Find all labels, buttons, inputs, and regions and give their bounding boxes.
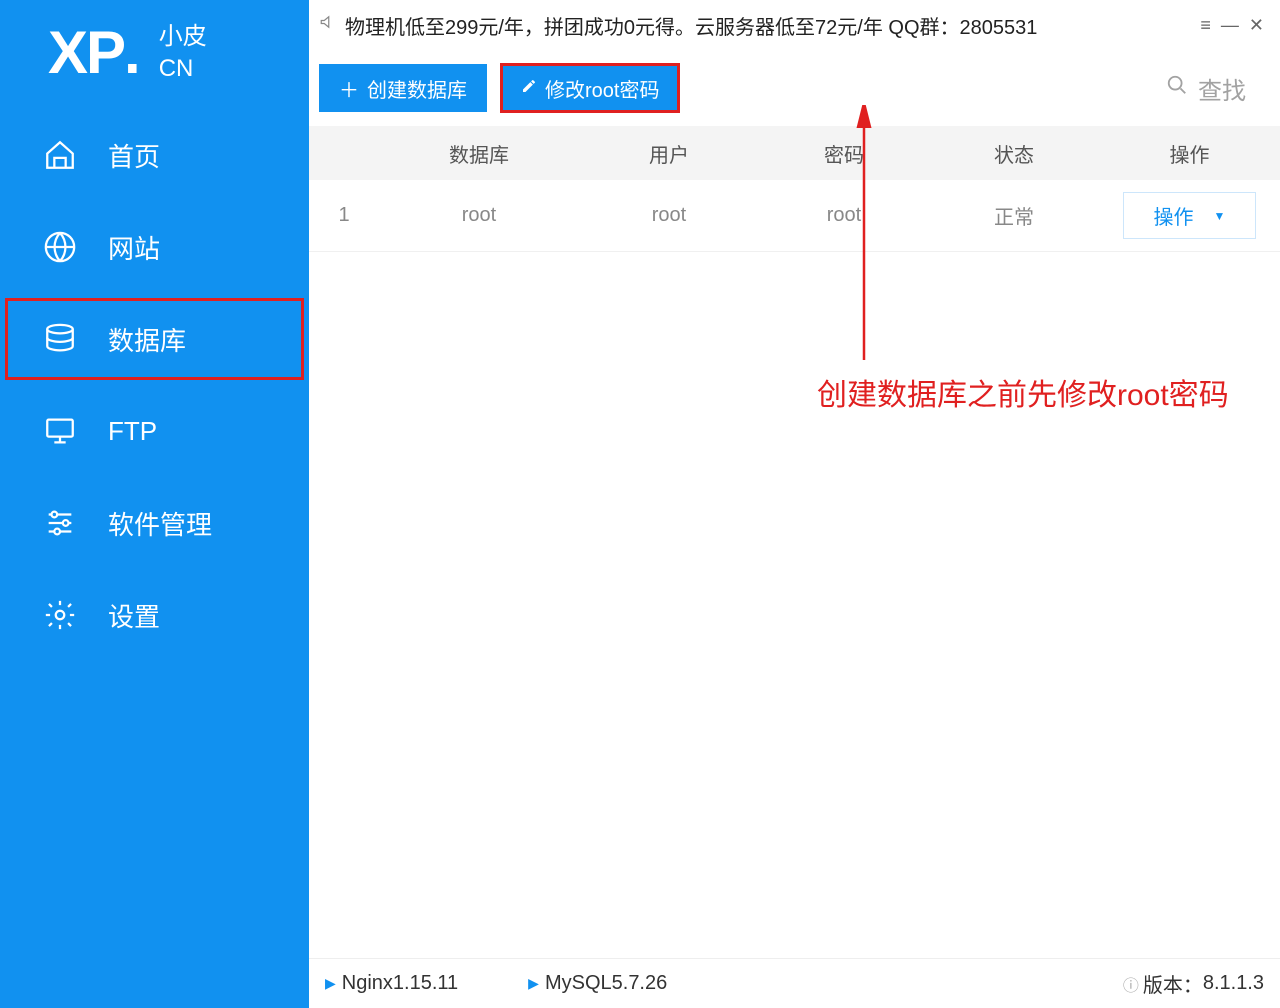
play-icon: ▶: [528, 975, 539, 992]
status-nginx: ▶ Nginx1.15.11: [325, 972, 458, 995]
nav: 首页 网站 数据库 FTP 软件管理: [0, 109, 309, 661]
sidebar-item-ftp[interactable]: FTP: [0, 385, 309, 477]
sidebar-item-label: 设置: [108, 597, 160, 634]
sidebar-item-label: 首页: [108, 137, 160, 174]
sidebar-item-label: 网站: [108, 229, 160, 266]
sliders-icon: [42, 505, 78, 541]
column-header-db: 数据库: [379, 139, 579, 168]
logo-text: XP: [48, 18, 124, 87]
search-input[interactable]: 查找: [1166, 71, 1270, 106]
table-header: 数据库 用户 密码 状态 操作: [309, 126, 1280, 180]
main: 物理机低至299元/年，拼团成功0元得。云服务器低至72元/年 QQ群：2805…: [309, 0, 1280, 1008]
edit-icon: [521, 77, 537, 100]
column-header-status: 状态: [929, 139, 1099, 168]
sidebar-item-website[interactable]: 网站: [0, 201, 309, 293]
announcement-icon: [319, 13, 337, 37]
logo-dot: .: [124, 18, 141, 87]
announcement-text: 物理机低至299元/年，拼团成功0元得。云服务器低至72元/年 QQ群：2805…: [345, 11, 1037, 40]
menu-button[interactable]: ≡: [1200, 15, 1211, 36]
sidebar-item-label: FTP: [108, 416, 157, 447]
column-header-password: 密码: [759, 139, 929, 168]
statusbar: ▶ Nginx1.15.11 ▶ MySQL5.7.26 ⓘ 版本： 8.1.1…: [309, 958, 1280, 1008]
cell-user: root: [579, 204, 759, 227]
column-header-action: 操作: [1099, 139, 1280, 168]
version-value: 8.1.1.3: [1203, 972, 1264, 995]
button-label: 操作: [1154, 201, 1194, 230]
titlebar: 物理机低至299元/年，拼团成功0元得。云服务器低至72元/年 QQ群：2805…: [309, 0, 1280, 50]
sidebar-item-software[interactable]: 软件管理: [0, 477, 309, 569]
button-label: 创建数据库: [367, 74, 467, 103]
chevron-down-icon: ▼: [1214, 209, 1226, 223]
cell-status: 正常: [929, 201, 1099, 230]
status-nginx-label: Nginx1.15.11: [342, 972, 458, 995]
search-icon: [1166, 74, 1188, 103]
logo-suffix: 小皮 CN: [159, 21, 207, 83]
search-placeholder: 查找: [1198, 71, 1246, 106]
sidebar-item-home[interactable]: 首页: [0, 109, 309, 201]
create-database-button[interactable]: ＋ 创建数据库: [319, 64, 487, 112]
sidebar: XP . 小皮 CN 首页 网站 数据库: [0, 0, 309, 1008]
close-button[interactable]: ✕: [1249, 15, 1264, 36]
sidebar-item-label: 数据库: [108, 321, 186, 358]
globe-icon: [42, 229, 78, 265]
minimize-button[interactable]: —: [1221, 15, 1239, 36]
cell-password: root: [759, 204, 929, 227]
sidebar-item-settings[interactable]: 设置: [0, 569, 309, 661]
toolbar: ＋ 创建数据库 修改root密码 查找: [309, 50, 1280, 126]
database-icon: [42, 321, 78, 357]
status-mysql: ▶ MySQL5.7.26: [528, 972, 667, 995]
sidebar-item-database[interactable]: 数据库: [0, 293, 309, 385]
ftp-icon: [42, 413, 78, 449]
info-icon: ⓘ: [1123, 972, 1139, 996]
sidebar-item-label: 软件管理: [108, 505, 212, 542]
logo-cn-top: 小皮: [159, 21, 207, 52]
cell-index: 1: [309, 204, 379, 227]
button-label: 修改root密码: [545, 74, 659, 103]
cell-db: root: [379, 204, 579, 227]
gear-icon: [42, 597, 78, 633]
row-action-button[interactable]: 操作 ▼: [1123, 192, 1257, 239]
status-mysql-label: MySQL5.7.26: [545, 972, 667, 995]
play-icon: ▶: [325, 975, 336, 992]
column-header-user: 用户: [579, 139, 759, 168]
annotation-text: 创建数据库之前先修改root密码: [817, 370, 1229, 414]
logo-cn-bottom: CN: [159, 53, 207, 84]
logo: XP . 小皮 CN: [0, 0, 309, 109]
change-root-password-button[interactable]: 修改root密码: [501, 64, 679, 112]
version-label: 版本：: [1143, 969, 1203, 998]
plus-icon: ＋: [339, 74, 359, 103]
home-icon: [42, 137, 78, 173]
table-row: 1 root root root 正常 操作 ▼: [309, 180, 1280, 252]
